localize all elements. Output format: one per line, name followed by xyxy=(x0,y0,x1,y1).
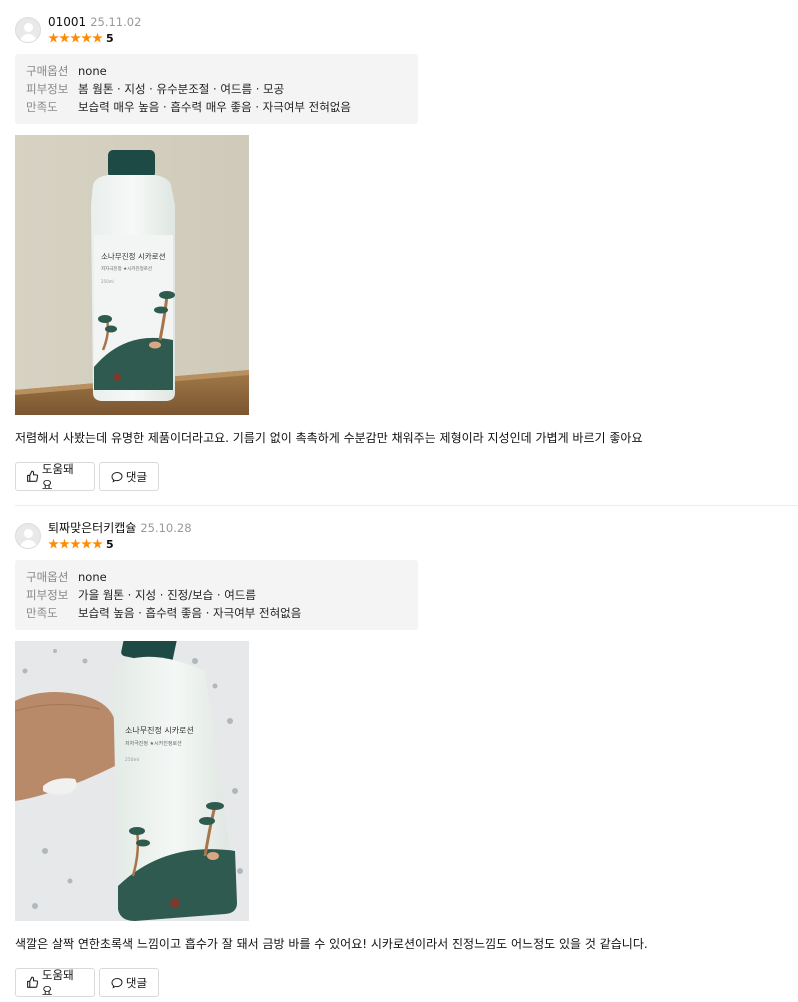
bottle-label-subtext: 저자극진정 ★시카진정로션 xyxy=(101,265,152,272)
info-label-satisfaction: 만족도 xyxy=(26,100,58,114)
info-label-option: 구매옵션 xyxy=(26,570,69,584)
star-icon xyxy=(81,538,92,549)
user-avatar xyxy=(15,523,41,549)
thumbs-up-icon xyxy=(27,470,39,482)
helpful-label: 도움돼요 xyxy=(41,967,74,998)
review-date: 25.11.02 xyxy=(90,15,142,29)
review-info-box: 구매옵션 none 피부정보 봄 웜톤 · 지성 · 유수분조절 · 여드름 · 모… xyxy=(15,54,418,124)
star-icon xyxy=(70,32,81,43)
review-divider xyxy=(15,505,798,506)
star-icon xyxy=(59,32,70,43)
star-icon xyxy=(48,32,59,43)
star-icon xyxy=(48,538,59,549)
info-label-skin: 피부정보 xyxy=(26,588,69,602)
info-label-option: 구매옵션 xyxy=(26,64,69,78)
review-photo[interactable]: 소나무진정 시카로션 저자극진정 ★시카진정로션 250ml xyxy=(15,641,249,921)
info-value-skin: 봄 웜톤 · 지성 · 유수분조절 · 여드름 · 모공 xyxy=(78,82,285,96)
review-info-box: 구매옵션 none 피부정보 가을 웜톤 · 지성 · 진정/보습 · 여드름 만족… xyxy=(15,560,418,630)
reviewer-nickname: 퇴짜맞은터키캡슐 xyxy=(48,521,137,535)
rating-score: 5 xyxy=(106,31,114,45)
star-icon xyxy=(92,538,103,549)
info-label-skin: 피부정보 xyxy=(26,82,69,96)
bottle-label-text: 소나무진정 시카로션 xyxy=(101,251,166,261)
star-icon xyxy=(59,538,70,549)
comment-label: 댓글 xyxy=(125,975,148,990)
comment-label: 댓글 xyxy=(125,469,148,484)
info-value-skin: 가을 웜톤 · 지성 · 진정/보습 · 여드름 xyxy=(78,588,256,602)
info-value-satisfaction: 보습력 높음 · 흡수력 좋음 · 자극여부 전혀없음 xyxy=(78,606,302,620)
star-rating: 5 xyxy=(48,537,114,551)
info-value-option: none xyxy=(78,64,107,78)
helpful-button[interactable]: 도움돼요 xyxy=(15,967,95,998)
info-value-option: none xyxy=(78,570,107,584)
star-icon xyxy=(70,538,81,549)
star-icon xyxy=(92,32,103,43)
review-body-text: 색깔은 살짝 연한초록색 느낌이고 흡수가 잘 돼서 금방 바를 수 있어요! … xyxy=(15,937,648,951)
user-avatar xyxy=(15,17,41,43)
info-value-satisfaction: 보습력 매우 높음 · 흡수력 매우 좋음 · 자극여부 전혀없음 xyxy=(78,100,351,114)
comment-button[interactable]: 댓글 xyxy=(99,462,159,491)
speech-bubble-icon xyxy=(111,471,123,482)
review-date: 25.10.28 xyxy=(140,521,192,535)
rating-score: 5 xyxy=(106,537,114,551)
bottle-label-text: 소나무진정 시카로션 xyxy=(125,725,194,735)
thumbs-up-icon xyxy=(27,976,39,988)
bottle-label-subtext: 저자극진정 ★시카진정로션 xyxy=(125,740,182,747)
bottle-label-volume: 250ml xyxy=(125,757,139,763)
review-photo[interactable]: 소나무진정 시카로션 저자극진정 ★시카진정로션 250ml xyxy=(15,135,249,415)
reviewer-nickname: 01001 xyxy=(48,15,87,29)
comment-button[interactable]: 댓글 xyxy=(99,968,159,997)
helpful-button[interactable]: 도움돼요 xyxy=(15,461,95,492)
review-body-text: 저렴해서 사봤는데 유명한 제품이더라고요. 기름기 없이 촉촉하게 수분감만 … xyxy=(15,431,643,445)
star-icon xyxy=(81,32,92,43)
bottle-label-volume: 250ml xyxy=(101,279,114,284)
info-label-satisfaction: 만족도 xyxy=(26,606,58,620)
star-rating: 5 xyxy=(48,31,114,45)
speech-bubble-icon xyxy=(111,977,123,988)
helpful-label: 도움돼요 xyxy=(41,461,74,492)
